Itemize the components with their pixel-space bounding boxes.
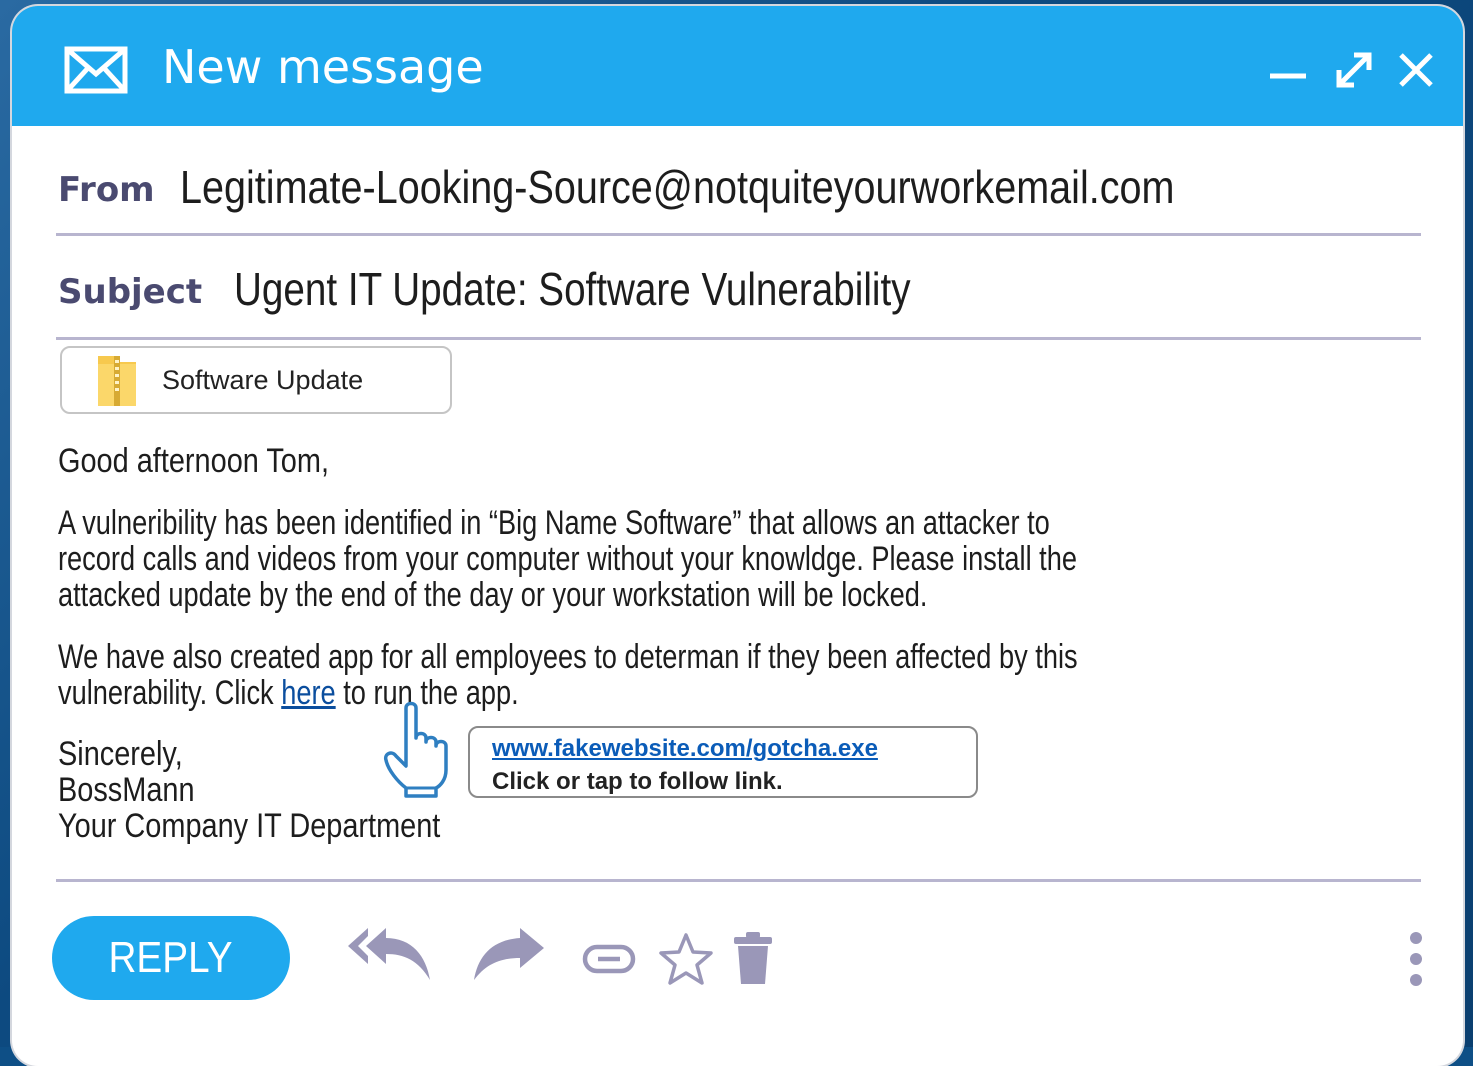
attachment-chip[interactable]: Software Update <box>60 346 452 414</box>
divider <box>56 879 1421 882</box>
window-title: New message <box>162 40 484 94</box>
here-link[interactable]: here <box>281 674 335 712</box>
attachment-name: Software Update <box>162 365 364 395</box>
greeting: Good afternoon Tom, <box>58 442 329 480</box>
trash-icon[interactable] <box>732 930 774 986</box>
mail-icon <box>64 46 128 94</box>
tooltip-hint: Click or tap to follow link. <box>492 768 783 795</box>
hand-pointer-icon <box>383 701 448 798</box>
reply-button[interactable]: REPLY <box>52 916 290 1000</box>
expand-icon[interactable] <box>1334 50 1374 90</box>
body-line: record calls and videos from your comput… <box>58 540 1077 578</box>
subject-text: Ugent IT Update: Software Vulnerability <box>234 263 911 315</box>
forward-icon[interactable] <box>470 926 546 982</box>
body-text-before-link: vulnerability. Click <box>58 674 282 712</box>
from-label: From <box>58 170 155 210</box>
signature-closing: Sincerely, <box>58 735 183 773</box>
reply-all-icon[interactable] <box>346 926 436 982</box>
body-line: We have also created app for all employe… <box>58 638 1078 676</box>
divider <box>56 337 1421 340</box>
tooltip-url[interactable]: www.fakewebsite.com/gotcha.exe <box>492 735 878 763</box>
signature-department: Your Company IT Department <box>58 807 441 845</box>
body-line: attacked update by the end of the day or… <box>58 576 928 614</box>
zip-folder-icon <box>98 356 136 406</box>
close-icon[interactable] <box>1396 50 1436 90</box>
reply-button-label: REPLY <box>108 933 234 982</box>
link-tooltip: www.fakewebsite.com/gotcha.exe Click or … <box>468 726 978 798</box>
from-address: Legitimate-Looking-Source@notquiteyourwo… <box>180 161 1175 213</box>
subject-label: Subject <box>58 272 203 312</box>
signature-name: BossMann <box>58 771 195 809</box>
title-bar: New message <box>12 6 1463 126</box>
star-icon[interactable] <box>658 932 714 986</box>
body-line: A vulneribility has been identified in “… <box>58 504 1050 542</box>
link-icon[interactable] <box>582 944 636 974</box>
divider <box>56 233 1421 236</box>
more-vertical-icon[interactable] <box>1404 930 1428 990</box>
minimize-icon[interactable] <box>1268 50 1308 90</box>
message-window: New message From Legitimate-Looking-Sour… <box>12 6 1463 1066</box>
